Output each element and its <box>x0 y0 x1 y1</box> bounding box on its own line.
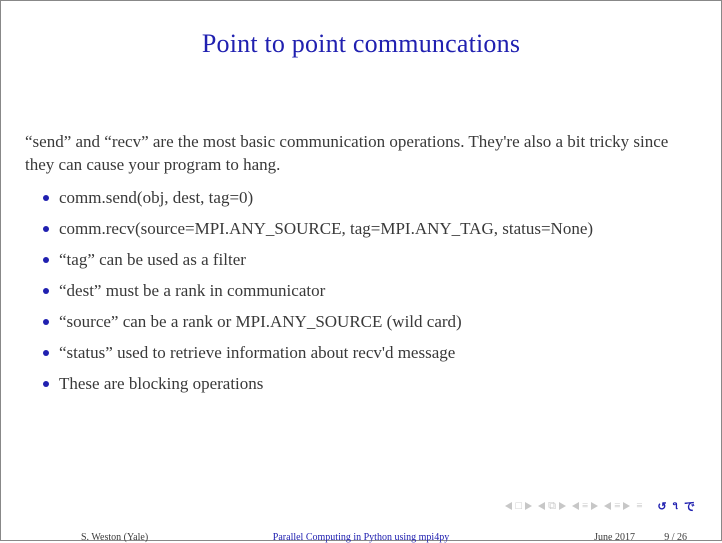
list-item: comm.send(obj, dest, tag=0) <box>59 187 697 210</box>
menu-icon: ≡ <box>614 500 620 512</box>
list-item: “status” used to retrieve information ab… <box>59 342 697 365</box>
menu-icon[interactable]: ≡ <box>636 500 642 512</box>
nav-subsection-group[interactable]: ⧉ <box>538 500 566 513</box>
triangle-left-icon <box>505 502 513 510</box>
footer-title: Parallel Computing in Python using mpi4p… <box>273 532 449 543</box>
list-item: “source” can be a rank or MPI.ANY_SOURCE… <box>59 311 697 334</box>
list-item: “dest” must be a rank in communicator <box>59 280 697 303</box>
page-icon: ⧉ <box>548 500 556 513</box>
nav-frame-group[interactable]: □ <box>505 500 532 512</box>
bullet-list: comm.send(obj, dest, tag=0) comm.recv(so… <box>25 187 697 396</box>
triangle-left-icon <box>572 502 580 510</box>
list-item: “tag” can be used as a filter <box>59 249 697 272</box>
footer-date: June 2017 <box>594 532 635 543</box>
slide: Point to point communcations “send” and … <box>1 1 721 540</box>
triangle-left-icon <box>604 502 612 510</box>
footer-author: S. Weston (Yale) <box>81 532 148 543</box>
beamer-nav: □ ⧉ ≡ ≡ ≡ ↺ ૧ で <box>505 498 695 514</box>
triangle-left-icon <box>538 502 546 510</box>
nav-doc-group[interactable]: ≡ <box>604 500 630 512</box>
list-item: These are blocking operations <box>59 373 697 396</box>
triangle-right-icon <box>622 502 630 510</box>
intro-text: “send” and “recv” are the most basic com… <box>25 131 697 177</box>
nav-c-icon[interactable]: で <box>684 498 695 514</box>
undo-icon[interactable]: ↺ <box>657 500 666 513</box>
square-icon: □ <box>515 500 522 512</box>
triangle-right-icon <box>524 502 532 510</box>
nav-q-icon[interactable]: ૧ <box>673 500 678 513</box>
list-item: comm.recv(source=MPI.ANY_SOURCE, tag=MPI… <box>59 218 697 241</box>
nav-section-group[interactable]: ≡ <box>572 500 598 512</box>
footer-page: 9 / 26 <box>664 532 687 543</box>
triangle-right-icon <box>558 502 566 510</box>
triangle-right-icon <box>590 502 598 510</box>
menu-icon: ≡ <box>582 500 588 512</box>
slide-title: Point to point communcations <box>25 29 697 59</box>
